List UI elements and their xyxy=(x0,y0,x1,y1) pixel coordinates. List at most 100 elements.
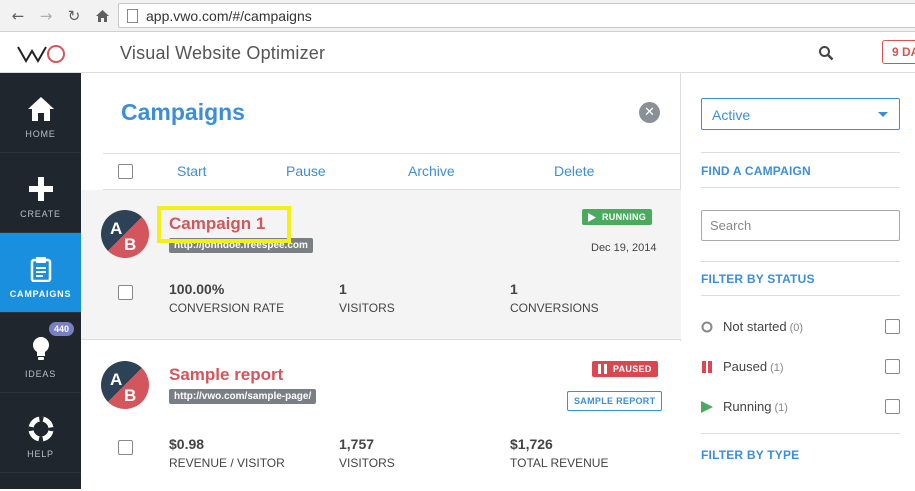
filter-label: Paused (1) xyxy=(723,359,784,374)
search-icon[interactable] xyxy=(818,45,834,61)
plus-icon xyxy=(27,175,55,203)
campaign-checkbox[interactable] xyxy=(118,440,133,455)
avatar-letter-b: B xyxy=(124,386,136,405)
sidebar-item-label: CREATE xyxy=(20,209,61,219)
pause-button[interactable]: Pause xyxy=(286,163,326,179)
filter-not-started[interactable]: Not started (0) xyxy=(701,319,901,335)
divider xyxy=(701,187,900,188)
clipboard-icon xyxy=(27,255,55,283)
home-browser-icon[interactable] xyxy=(92,6,112,26)
metric-conversions: 1 CONVERSIONS xyxy=(510,281,599,315)
sidebar-item-ideas[interactable]: 440 IDEAS xyxy=(0,313,81,393)
campaign-date: Dec 19, 2014 xyxy=(591,242,657,254)
metric-label: CONVERSIONS xyxy=(510,301,599,315)
url-text: app.vwo.com/#/campaigns xyxy=(146,7,312,24)
pause-icon xyxy=(702,361,712,373)
ab-test-avatar: A B xyxy=(101,361,149,409)
select-all-checkbox[interactable] xyxy=(118,164,133,179)
ideas-count-badge: 440 xyxy=(49,322,75,336)
sidebar-item-campaigns[interactable]: CAMPAIGNS xyxy=(0,233,81,313)
metric-revenue-per-visitor: $0.98 REVENUE / VISITOR xyxy=(169,436,285,470)
metric-label: VISITORS xyxy=(339,301,395,315)
sidebar-item-home[interactable]: HOME xyxy=(0,73,81,153)
metric-value: $1,726 xyxy=(510,436,553,452)
metric-conversion-rate: 100.00% CONVERSION RATE xyxy=(169,281,284,315)
circle-outline-icon xyxy=(701,321,713,333)
sidebar-item-label: IDEAS xyxy=(24,369,56,379)
filter-checkbox[interactable] xyxy=(885,399,900,414)
avatar-letter-a: A xyxy=(110,219,122,238)
metric-label: TOTAL REVENUE xyxy=(510,456,609,470)
filter-label: Running (1) xyxy=(723,399,788,414)
filter-type-heading: FILTER BY TYPE xyxy=(701,448,800,462)
metric-label: CONVERSION RATE xyxy=(169,301,285,315)
filter-paused[interactable]: Paused (1) xyxy=(701,359,901,375)
filter-count: (1) xyxy=(770,362,784,374)
campaign-row[interactable]: A B Sample report http://vwo.com/sample-… xyxy=(81,341,681,491)
play-icon xyxy=(701,401,713,413)
divider xyxy=(701,261,900,262)
delete-button[interactable]: Delete xyxy=(554,163,594,179)
pause-icon xyxy=(598,364,607,374)
address-bar[interactable]: app.vwo.com/#/campaigns xyxy=(118,3,915,28)
sidebar-item-label: HOME xyxy=(25,129,56,139)
play-icon xyxy=(588,212,596,222)
back-arrow-icon[interactable]: ← xyxy=(8,6,28,26)
sample-report-button[interactable]: SAMPLE REPORT xyxy=(567,391,663,411)
browser-toolbar: ← → ↻ app.vwo.com/#/campaigns xyxy=(0,0,915,32)
sidebar-item-help[interactable]: HELP xyxy=(0,393,81,473)
sidebar-item-label: HELP xyxy=(27,449,54,459)
metric-value: 1 xyxy=(510,281,518,297)
filter-panel: Active FIND A CAMPAIGN FILTER BY STATUS … xyxy=(682,73,915,489)
filter-count: (0) xyxy=(789,322,804,334)
close-icon[interactable]: ✕ xyxy=(639,102,660,123)
lightbulb-icon xyxy=(27,335,55,363)
campaign-checkbox[interactable] xyxy=(118,285,133,300)
highlight-annotation xyxy=(157,206,291,243)
metric-label: REVENUE / VISITOR xyxy=(169,456,285,470)
app-header: Visual Website Optimizer 9 DA xyxy=(0,33,915,73)
status-badge: PAUSED xyxy=(592,361,658,377)
vwo-logo[interactable] xyxy=(16,43,68,65)
sidebar-item-create[interactable]: CREATE xyxy=(0,153,81,233)
status-badge: RUNNING xyxy=(582,209,653,225)
lifebuoy-icon xyxy=(27,415,55,443)
bulk-actions-toolbar: Start Pause Archive Delete xyxy=(103,153,681,190)
avatar-letter-b: B xyxy=(124,235,136,254)
avatar-letter-a: A xyxy=(110,370,122,389)
metric-value: 1 xyxy=(339,281,347,297)
forward-arrow-icon[interactable]: → xyxy=(36,6,56,26)
divider xyxy=(701,152,900,153)
page-title: Campaigns xyxy=(121,99,245,125)
metric-value: 1,757 xyxy=(339,436,375,452)
metric-value: $0.98 xyxy=(169,436,205,452)
filter-label: Not started (0) xyxy=(723,319,804,334)
reload-icon[interactable]: ↻ xyxy=(64,6,84,26)
metric-label: VISITORS xyxy=(339,456,395,470)
start-button[interactable]: Start xyxy=(177,163,207,179)
filter-count: (1) xyxy=(774,402,788,414)
campaign-name-link[interactable]: Sample report xyxy=(169,365,283,385)
status-text: PAUSED xyxy=(613,364,652,374)
metric-visitors: 1,757 VISITORS xyxy=(339,436,395,470)
metric-value: 100.00% xyxy=(169,281,225,297)
archive-button[interactable]: Archive xyxy=(408,163,455,179)
filter-checkbox[interactable] xyxy=(885,359,900,374)
status-text: RUNNING xyxy=(602,212,647,222)
home-icon xyxy=(27,95,55,123)
page-icon xyxy=(127,8,138,23)
ab-test-avatar: A B xyxy=(101,210,149,258)
filter-running[interactable]: Running (1) xyxy=(701,399,901,415)
left-sidebar: HOME CREATE CAMPAIGNS 440 IDEAS HELP xyxy=(0,73,81,489)
campaign-search-input[interactable] xyxy=(701,210,900,241)
campaigns-panel: Campaigns ✕ Start Pause Archive Delete A… xyxy=(81,73,681,491)
find-campaign-heading: FIND A CAMPAIGN xyxy=(701,164,811,178)
metric-total-revenue: $1,726 TOTAL REVENUE xyxy=(510,436,608,470)
trial-days-badge[interactable]: 9 DA xyxy=(882,40,915,64)
metric-visitors: 1 VISITORS xyxy=(339,281,395,315)
sidebar-item-label: CAMPAIGNS xyxy=(9,289,72,299)
caret-down-icon xyxy=(878,112,888,117)
filter-checkbox[interactable] xyxy=(885,319,900,334)
status-dropdown[interactable]: Active xyxy=(701,98,900,130)
divider xyxy=(701,433,900,434)
